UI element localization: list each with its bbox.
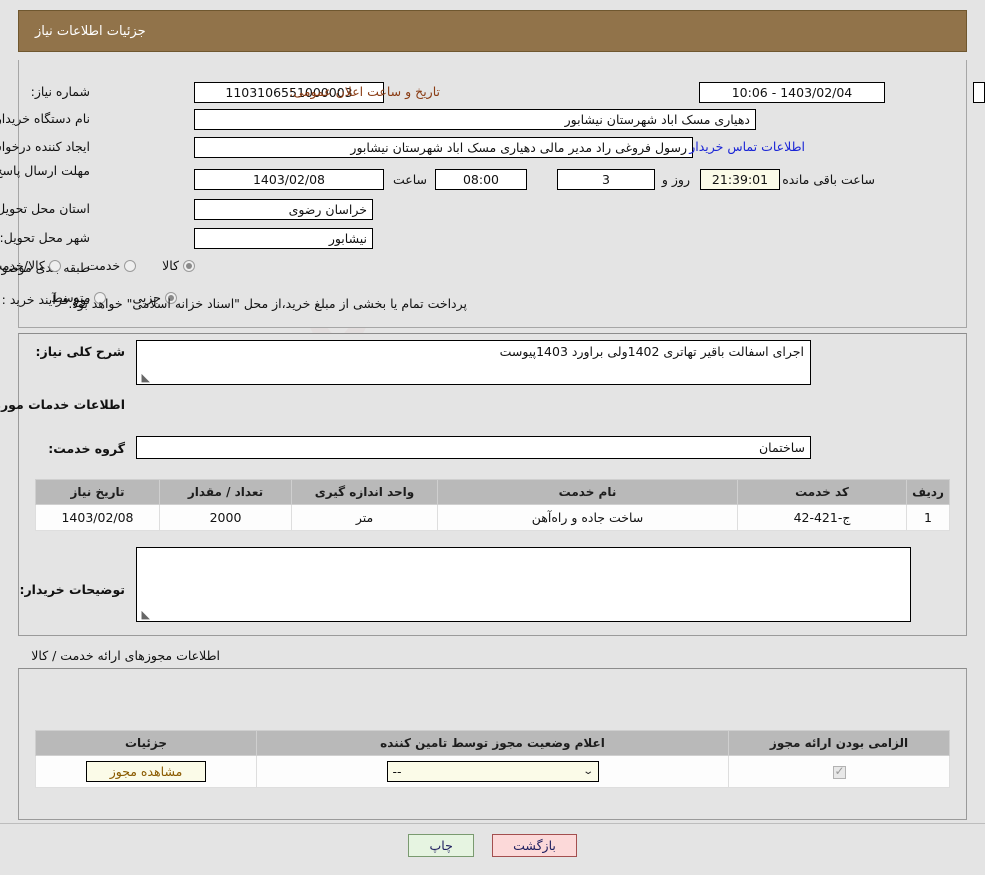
permits-table: الزامی بودن ارائه مجوز اعلام وضعیت مجوز … [35, 730, 950, 788]
col-quantity: تعداد / مقدار [159, 479, 292, 505]
buyer-org-label: نام دستگاه خریدار: [0, 111, 90, 126]
page-title: جزئیات اطلاعات نیاز [35, 23, 146, 39]
days-and-label: روز و [661, 172, 690, 187]
permits-table-header-row: الزامی بودن ارائه مجوز اعلام وضعیت مجوز … [35, 730, 950, 756]
radio-category-kala[interactable]: کالا [162, 258, 195, 273]
col-permit-details: جزئیات [35, 730, 257, 756]
cell-permit-required [728, 755, 950, 788]
services-table: ردیف کد خدمت نام خدمت واحد اندازه گیری ت… [35, 479, 950, 531]
radio-input-kala-khedmat[interactable] [48, 259, 61, 272]
col-permit-required: الزامی بودن ارائه مجوز [728, 730, 950, 756]
permit-status-value: -- [392, 764, 402, 779]
need-summary-value: اجرای اسفالت باقیر تهاتری 1402ولی براورد… [499, 344, 804, 359]
view-permit-button[interactable]: مشاهده مجوز [86, 761, 206, 782]
cell-service-name: ساخت جاده و راه‌آهن [437, 504, 738, 531]
buyer-notes-textarea[interactable]: ◣ [136, 547, 911, 622]
print-button[interactable]: چاپ [408, 833, 475, 857]
subject-category-radio-group[interactable]: کالا خدمت کالا/خدمت [0, 258, 195, 273]
request-creator-value: رسول فروغی راد مدیر مالی دهیاری مسک اباد… [194, 137, 693, 158]
radio-category-khedmat[interactable]: خدمت [86, 258, 137, 273]
services-section-heading: اطلاعات خدمات مورد نیاز [0, 397, 125, 412]
purchase-process-note: پرداخت تمام یا بخشی از مبلغ خرید،از محل … [68, 296, 467, 311]
permit-required-checkbox [832, 764, 846, 779]
col-unit: واحد اندازه گیری [291, 479, 438, 505]
announce-datetime-label: تاریخ و ساعت اعلان عمومی: [289, 84, 440, 99]
resize-grip-icon[interactable]: ◣ [140, 372, 150, 383]
delivery-city-label: شهر محل تحویل: [0, 230, 90, 245]
radio-input-khedmat[interactable] [124, 259, 137, 272]
col-permit-status: اعلام وضعیت مجوز توسط تامین کننده [256, 730, 729, 756]
deadline-hour-value: 08:00 [435, 169, 527, 190]
cell-permit-status: ⌄ -- [256, 755, 729, 788]
col-service-code: کد خدمت [737, 479, 907, 505]
col-service-name: نام خدمت [437, 479, 738, 505]
radio-category-kala-khedmat[interactable]: کالا/خدمت [0, 258, 61, 273]
permit-status-select[interactable]: ⌄ -- [386, 761, 599, 782]
table-row: 1 ج-421-42 ساخت جاده و راه‌آهن متر 2000 … [35, 504, 950, 531]
need-number-label: شماره نیاز: [30, 84, 90, 99]
deadline-hour-label: ساعت [392, 172, 427, 187]
col-need-date: تاریخ نیاز [35, 479, 160, 505]
service-group-label: گروه خدمت: [48, 441, 125, 456]
buyer-org-value: دهیاری مسک اباد شهرستان نیشابور [194, 109, 756, 130]
radio-label-kala: کالا [162, 258, 179, 273]
countdown-timer: 21:39:01 [700, 169, 780, 190]
delivery-province-value: خراسان رضوی [194, 199, 373, 220]
resize-grip-icon-notes[interactable]: ◣ [140, 609, 150, 620]
footer-divider [0, 823, 985, 824]
buyer-notes-label: توضیحات خریدار: [19, 582, 125, 597]
page-header: جزئیات اطلاعات نیاز [18, 10, 967, 52]
radio-label-kala-khedmat: کالا/خدمت [0, 258, 45, 273]
cell-need-date: 1403/02/08 [35, 504, 160, 531]
announce-datetime-value: 1403/02/04 - 10:06 [699, 82, 885, 103]
chevron-down-icon: ⌄ [582, 766, 595, 777]
deadline-date-value: 1403/02/08 [194, 169, 384, 190]
remaining-hours-label: ساعت باقی مانده [782, 172, 875, 187]
delivery-province-label: استان محل تحویل: [0, 201, 90, 216]
services-table-header-row: ردیف کد خدمت نام خدمت واحد اندازه گیری ت… [35, 479, 950, 505]
buyer-contact-link[interactable]: اطلاعات تماس خریدار [689, 139, 805, 154]
cell-service-code: ج-421-42 [737, 504, 907, 531]
request-creator-label: ایجاد کننده درخواست: [0, 139, 90, 154]
cell-unit: متر [291, 504, 438, 531]
delivery-city-value: نیشابور [194, 228, 373, 249]
cell-quantity: 2000 [159, 504, 292, 531]
table-row: ⌄ -- مشاهده مجوز [35, 755, 950, 788]
deadline-label: مهلت ارسال پاسخ: تا تاریخ: [0, 163, 90, 178]
footer-actions: بازگشت چاپ [0, 830, 985, 860]
col-row-no: ردیف [906, 479, 950, 505]
service-group-value: ساختمان [136, 436, 811, 459]
back-button[interactable]: بازگشت [492, 833, 577, 857]
cell-row-no: 1 [906, 504, 950, 531]
remaining-days-value: 3 [557, 169, 655, 190]
permits-section-caption: اطلاعات مجوزهای ارائه خدمت / کالا [31, 648, 220, 663]
radio-label-khedmat: خدمت [86, 258, 121, 273]
cell-permit-details: مشاهده مجوز [35, 755, 257, 788]
radio-input-kala[interactable] [183, 259, 195, 272]
need-summary-textarea[interactable]: اجرای اسفالت باقیر تهاتری 1402ولی براورد… [136, 340, 811, 385]
need-summary-label: شرح کلی نیاز: [35, 344, 125, 359]
